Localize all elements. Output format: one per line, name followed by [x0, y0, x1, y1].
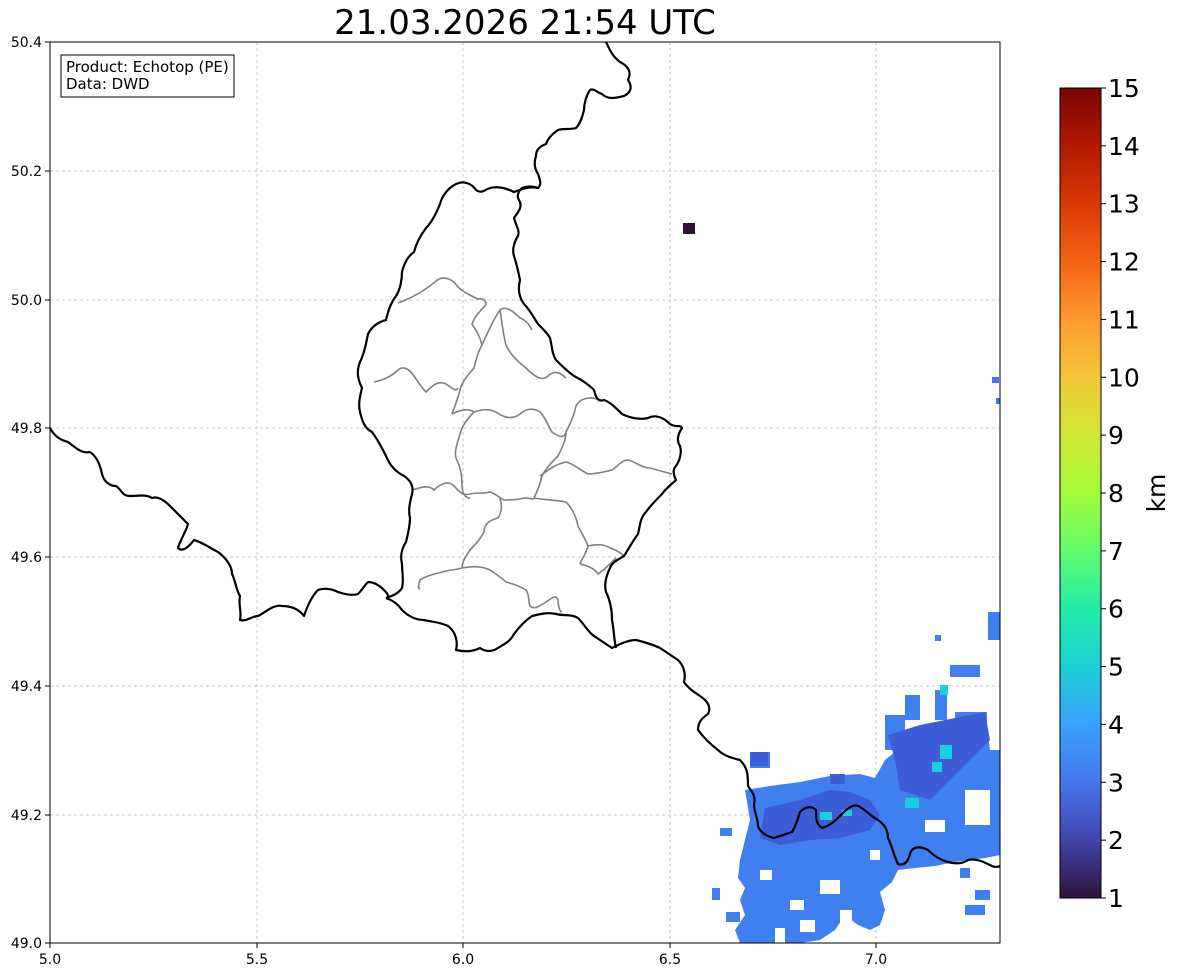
colorbar-tick-label: 10 — [1108, 363, 1140, 392]
echo-gap — [790, 900, 804, 910]
colorbar-tick-label: 5 — [1108, 653, 1124, 682]
echotop-map-figure: 21.03.2026 21:54 UTC Product: Echotop (P… — [11, 3, 1171, 968]
map-title: 21.03.2026 21:54 UTC — [334, 3, 716, 43]
colorbar-tick-label: 13 — [1108, 190, 1140, 219]
y-tick-label: 49.2 — [11, 808, 42, 824]
echo-core — [820, 812, 832, 820]
colorbar-tick-label: 4 — [1108, 710, 1124, 739]
colorbar-tick-label: 9 — [1108, 421, 1124, 450]
colorbar-tick-label: 14 — [1108, 132, 1140, 161]
map-panel: Product: Echotop (PE) Data: DWD — [49, 41, 1001, 944]
colorbar-ticks: 123456789101112131415 — [1101, 74, 1140, 913]
echo-patch-dark — [750, 752, 768, 766]
colorbar-label: km — [1142, 474, 1171, 513]
info-product: Product: Echotop (PE) — [66, 58, 229, 76]
echo-core — [940, 685, 948, 695]
echo-core — [905, 798, 919, 808]
y-tick-label: 49.8 — [11, 421, 42, 437]
echo-fragment — [720, 828, 732, 836]
echo-fragment — [950, 665, 980, 677]
colorbar-tick-label: 15 — [1108, 74, 1140, 103]
colorbar-tick-label: 11 — [1108, 305, 1140, 334]
y-tick-label: 50.0 — [11, 293, 42, 309]
colorbar-tick-label: 6 — [1108, 595, 1124, 624]
echo-gap — [965, 790, 990, 825]
y-tick-label: 50.2 — [11, 164, 42, 180]
echo-edge-pixel — [992, 377, 999, 383]
x-tick-label: 5.0 — [39, 952, 61, 968]
colorbar-gradient — [1059, 87, 1102, 899]
x-tick-label: 6.5 — [659, 952, 681, 968]
echo-fragment — [960, 868, 970, 878]
colorbar-tick-label: 7 — [1108, 537, 1124, 566]
echo-gap — [775, 928, 785, 943]
colorbar: 123456789101112131415 km — [1059, 74, 1171, 913]
colorbar-tick-label: 12 — [1108, 248, 1140, 277]
echo-edge-pixel — [996, 398, 1000, 404]
x-tick-label: 7.0 — [865, 952, 887, 968]
echo-gap — [800, 920, 815, 932]
y-tick-label: 49.4 — [11, 679, 42, 695]
colorbar-tick-label: 8 — [1108, 479, 1124, 508]
echo-core — [932, 762, 942, 772]
echo-patch-dark — [830, 774, 845, 784]
y-tick-label: 49.0 — [11, 936, 42, 952]
x-tick-label: 5.5 — [246, 952, 268, 968]
echo-gap — [840, 910, 852, 922]
info-box: Product: Echotop (PE) Data: DWD — [60, 54, 235, 98]
y-tick-label: 50.4 — [11, 35, 42, 51]
echo-fragment — [988, 612, 1000, 640]
echo-fragment — [905, 695, 920, 720]
echo-gap — [760, 870, 772, 880]
echo-fragment — [726, 912, 740, 922]
echo-fragment — [965, 905, 985, 915]
echo-gap — [820, 880, 840, 894]
echo-fragment — [975, 890, 990, 900]
echo-gap — [925, 820, 945, 832]
colorbar-tick-label: 1 — [1108, 884, 1124, 913]
info-data-source: Data: DWD — [66, 75, 150, 93]
echo-fragment — [712, 888, 720, 900]
echo-gap — [870, 850, 880, 860]
colorbar-tick-label: 2 — [1108, 826, 1124, 855]
x-tick-label: 6.0 — [452, 952, 474, 968]
echo-core — [940, 745, 952, 759]
y-tick-label: 49.6 — [11, 550, 42, 566]
colorbar-tick-label: 3 — [1108, 768, 1124, 797]
echo-isolated-pixel — [683, 223, 695, 234]
y-axis: 49.0 49.2 49.4 49.6 49.8 50.0 50.2 50.4 — [11, 35, 50, 952]
echo-fragment — [935, 635, 941, 641]
x-axis: 5.0 5.5 6.0 6.5 7.0 — [39, 943, 887, 968]
